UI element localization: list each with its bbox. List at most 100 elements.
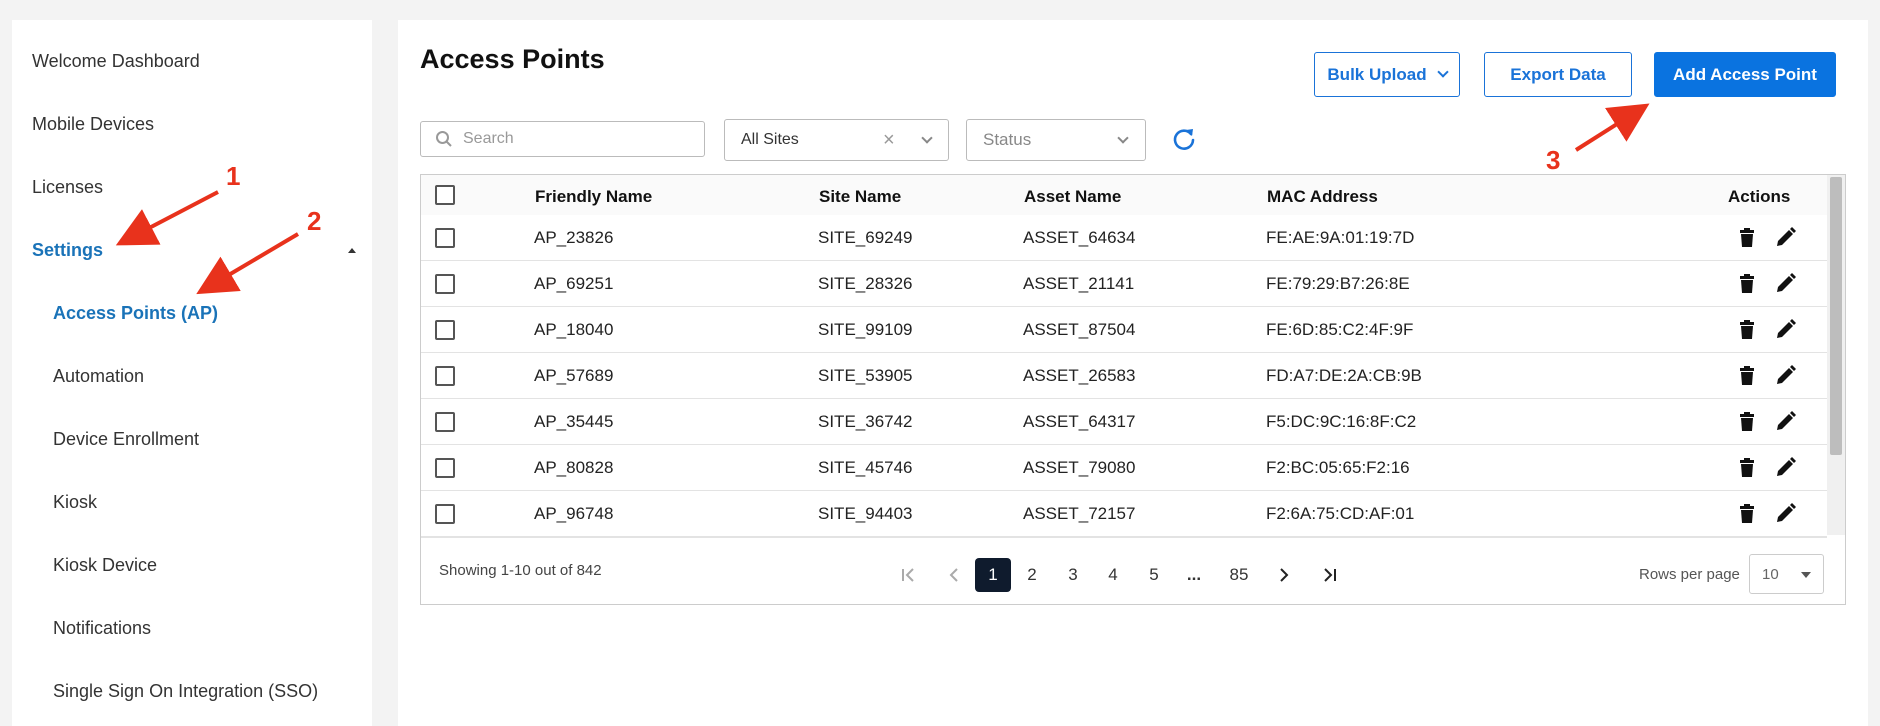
- sidebar-item-access-points[interactable]: Access Points (AP): [53, 303, 218, 324]
- asset-name-cell: ASSET_79080: [1023, 458, 1136, 477]
- row-checkbox[interactable]: [435, 274, 455, 294]
- column-header-mac-address[interactable]: MAC Address: [1267, 187, 1378, 207]
- main-panel: Access Points Bulk Upload Export Data Ad…: [398, 20, 1868, 726]
- sidebar-item-mobile-devices[interactable]: Mobile Devices: [32, 114, 154, 135]
- search-icon: [436, 131, 452, 147]
- friendly-name-cell: AP_69251: [534, 274, 614, 293]
- page-5[interactable]: 5: [1137, 558, 1171, 592]
- status-select[interactable]: Status: [966, 119, 1146, 161]
- sidebar-item-device-enrollment[interactable]: Device Enrollment: [53, 429, 199, 450]
- scrollbar-thumb[interactable]: [1830, 177, 1842, 455]
- page-2[interactable]: 2: [1015, 558, 1049, 592]
- pencil-icon[interactable]: [1774, 411, 1796, 433]
- status-select-placeholder: Status: [983, 130, 1032, 149]
- pencil-icon[interactable]: [1774, 319, 1796, 341]
- mac-address-cell: FE:AE:9A:01:19:7D: [1266, 228, 1415, 247]
- pencil-icon[interactable]: [1774, 227, 1796, 249]
- row-checkbox[interactable]: [435, 366, 455, 386]
- table-row: AP_23826 SITE_69249 ASSET_64634 FE:AE:9A…: [421, 215, 1827, 261]
- last-page-icon[interactable]: [1313, 558, 1347, 592]
- trash-icon[interactable]: [1736, 503, 1758, 525]
- table-row: AP_35445 SITE_36742 ASSET_64317 F5:DC:9C…: [421, 399, 1827, 445]
- friendly-name-cell: AP_96748: [534, 504, 614, 523]
- row-checkbox[interactable]: [435, 320, 455, 340]
- row-checkbox[interactable]: [435, 504, 455, 524]
- sidebar-item-settings[interactable]: Settings: [32, 240, 103, 261]
- mac-address-cell: FE:6D:85:C2:4F:9F: [1266, 320, 1414, 339]
- caret-up-icon[interactable]: [348, 248, 356, 253]
- sidebar-item-notifications[interactable]: Notifications: [53, 618, 151, 639]
- table-footer: Showing 1-10 out of 842 1 2 3 4 5 ... 85…: [421, 537, 1827, 605]
- prev-page-icon[interactable]: [937, 558, 971, 592]
- row-checkbox[interactable]: [435, 458, 455, 478]
- sidebar-item-kiosk[interactable]: Kiosk: [53, 492, 97, 513]
- trash-icon[interactable]: [1736, 457, 1758, 479]
- caret-down-icon: [1801, 572, 1811, 578]
- bulk-upload-label: Bulk Upload: [1327, 64, 1427, 84]
- select-all-checkbox[interactable]: [435, 185, 455, 205]
- table-row: AP_18040 SITE_99109 ASSET_87504 FE:6D:85…: [421, 307, 1827, 353]
- pencil-icon[interactable]: [1774, 503, 1796, 525]
- page-title: Access Points: [420, 44, 605, 74]
- friendly-name-cell: AP_80828: [534, 458, 614, 477]
- table-header: Friendly Name Site Name Asset Name MAC A…: [421, 175, 1827, 215]
- add-access-point-label: Add Access Point: [1673, 64, 1817, 84]
- table-row: AP_96748 SITE_94403 ASSET_72157 F2:6A:75…: [421, 491, 1827, 537]
- row-checkbox[interactable]: [435, 412, 455, 432]
- pencil-icon[interactable]: [1774, 273, 1796, 295]
- sidebar-item-sso[interactable]: Single Sign On Integration (SSO): [53, 681, 318, 702]
- search-box[interactable]: [420, 121, 705, 157]
- friendly-name-cell: AP_35445: [534, 412, 614, 431]
- rows-per-page-select[interactable]: 10: [1749, 554, 1824, 594]
- column-header-site-name[interactable]: Site Name: [819, 187, 901, 207]
- page-85[interactable]: 85: [1219, 558, 1259, 592]
- asset-name-cell: ASSET_64317: [1023, 412, 1136, 431]
- friendly-name-cell: AP_18040: [534, 320, 614, 339]
- annotation-label-3: 3: [1546, 145, 1561, 175]
- table-scrollbar[interactable]: [1827, 175, 1845, 535]
- search-input[interactable]: [463, 130, 683, 148]
- access-points-table: Friendly Name Site Name Asset Name MAC A…: [420, 174, 1846, 605]
- row-checkbox[interactable]: [435, 228, 455, 248]
- refresh-icon[interactable]: [1170, 125, 1198, 153]
- site-name-cell: SITE_45746: [818, 458, 913, 477]
- rows-per-page-value: 10: [1762, 565, 1779, 583]
- site-select[interactable]: All Sites ×: [724, 119, 949, 161]
- asset-name-cell: ASSET_72157: [1023, 504, 1136, 523]
- annotation-label-2: 2: [307, 206, 322, 236]
- trash-icon[interactable]: [1736, 365, 1758, 387]
- friendly-name-cell: AP_57689: [534, 366, 614, 385]
- sidebar-item-kiosk-device[interactable]: Kiosk Device: [53, 555, 157, 576]
- column-header-friendly-name[interactable]: Friendly Name: [535, 187, 652, 207]
- mac-address-cell: FE:79:29:B7:26:8E: [1266, 274, 1410, 293]
- column-header-asset-name[interactable]: Asset Name: [1024, 187, 1121, 207]
- page-ellipsis[interactable]: ...: [1177, 558, 1211, 592]
- page-1[interactable]: 1: [975, 558, 1011, 592]
- add-access-point-button[interactable]: Add Access Point: [1654, 52, 1836, 97]
- site-name-cell: SITE_94403: [818, 504, 913, 523]
- trash-icon[interactable]: [1736, 319, 1758, 341]
- pencil-icon[interactable]: [1774, 365, 1796, 387]
- site-name-cell: SITE_28326: [818, 274, 913, 293]
- trash-icon[interactable]: [1736, 227, 1758, 249]
- clear-icon[interactable]: ×: [883, 129, 895, 152]
- sidebar-item-welcome-dashboard[interactable]: Welcome Dashboard: [32, 51, 200, 72]
- site-name-cell: SITE_36742: [818, 412, 913, 431]
- sidebar-item-licenses[interactable]: Licenses: [32, 177, 103, 198]
- pencil-icon[interactable]: [1774, 457, 1796, 479]
- trash-icon[interactable]: [1736, 411, 1758, 433]
- table-row: AP_57689 SITE_53905 ASSET_26583 FD:A7:DE…: [421, 353, 1827, 399]
- chevron-down-icon: [921, 132, 933, 144]
- showing-count: Showing 1-10 out of 842: [439, 562, 602, 579]
- site-name-cell: SITE_53905: [818, 366, 913, 385]
- sidebar: Welcome Dashboard Mobile Devices License…: [12, 20, 372, 726]
- trash-icon[interactable]: [1736, 273, 1758, 295]
- friendly-name-cell: AP_23826: [534, 228, 614, 247]
- export-data-button[interactable]: Export Data: [1484, 52, 1632, 97]
- page-4[interactable]: 4: [1096, 558, 1130, 592]
- next-page-icon[interactable]: [1267, 558, 1301, 592]
- bulk-upload-button[interactable]: Bulk Upload: [1314, 52, 1460, 97]
- first-page-icon[interactable]: [891, 558, 925, 592]
- sidebar-item-automation[interactable]: Automation: [53, 366, 144, 387]
- page-3[interactable]: 3: [1056, 558, 1090, 592]
